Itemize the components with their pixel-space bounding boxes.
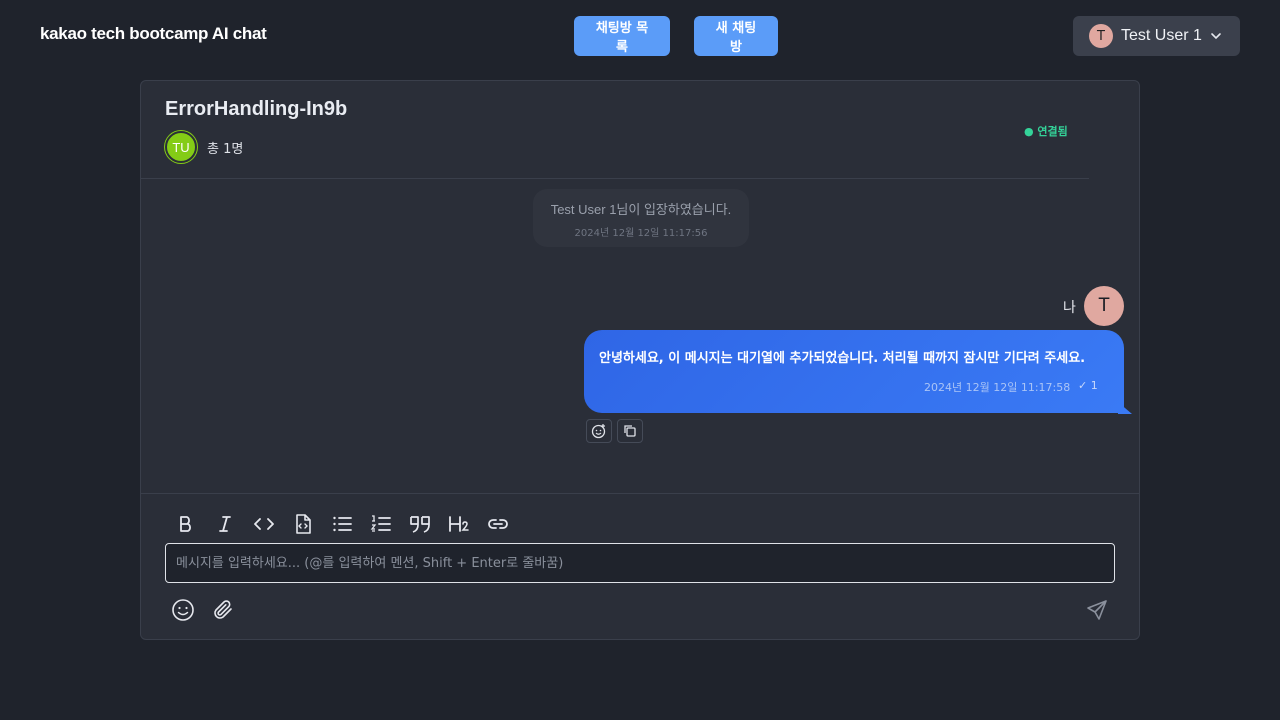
member-count: 총 1명 (207, 142, 244, 157)
emoji-button[interactable] (169, 596, 197, 624)
top-bar: kakao tech bootcamp AI chat 채팅방 목록 새 채팅방… (0, 0, 1280, 72)
send-icon (1087, 600, 1107, 620)
heading-icon (449, 516, 469, 532)
avatar: T (1089, 24, 1113, 48)
bold-button[interactable] (173, 511, 199, 537)
connection-status: ● 연결됨 (1024, 125, 1068, 138)
quote-button[interactable] (407, 511, 433, 537)
ordered-list-button[interactable] (368, 511, 394, 537)
link-icon (488, 519, 508, 529)
link-button[interactable] (485, 511, 511, 537)
attach-file-button[interactable] (209, 596, 237, 624)
room-title: ErrorHandling-In9b (165, 98, 348, 120)
italic-button[interactable] (212, 511, 238, 537)
code-block-button[interactable] (290, 511, 316, 537)
code-block-icon (296, 514, 311, 534)
user-name: Test User 1 (1121, 27, 1202, 44)
code-icon (254, 518, 274, 530)
composer (141, 493, 1139, 639)
quote-icon (410, 516, 430, 533)
heading-button[interactable] (446, 511, 472, 537)
message-time: 2024년 12월 12일 11:17:58 (924, 381, 1071, 394)
room-header: ErrorHandling-In9b TU 총 1명 ● 연결됨 (141, 81, 1089, 179)
italic-icon (219, 516, 231, 532)
bullet-list-button[interactable] (329, 511, 355, 537)
emoji-icon (172, 599, 194, 621)
copy-icon (624, 425, 636, 437)
app-logo[interactable]: kakao tech bootcamp AI chat (40, 24, 267, 44)
paperclip-icon (214, 600, 232, 619)
member-avatar[interactable]: TU (165, 131, 197, 163)
system-message-text: Test User 1님이 입장하였습니다. (550, 202, 732, 217)
sender-label: 나 (1063, 300, 1076, 316)
chevron-down-icon (1211, 33, 1221, 40)
read-count: ✓ 1 (1078, 379, 1098, 392)
new-room-button[interactable]: 새 채팅방 (694, 16, 778, 56)
chat-room-panel: ErrorHandling-In9b TU 총 1명 ● 연결됨 Test Us… (140, 80, 1140, 640)
send-button[interactable] (1083, 596, 1111, 624)
bubble-tail (1118, 402, 1132, 414)
add-reaction-button[interactable] (586, 419, 612, 443)
bullet-list-icon (333, 516, 352, 532)
avatar: T (1084, 286, 1124, 326)
message-input[interactable] (165, 543, 1115, 583)
system-message: Test User 1님이 입장하였습니다. 2024년 12월 12일 11:… (533, 189, 749, 247)
own-message-bubble: 안녕하세요, 이 메시지는 대기열에 추가되었습니다. 처리될 때까지 잠시만 … (584, 330, 1124, 413)
bold-icon (180, 516, 191, 532)
user-menu-button[interactable]: T Test User 1 (1073, 16, 1240, 56)
ordered-list-icon (370, 515, 391, 532)
add-reaction-icon (591, 424, 606, 439)
message-text: 안녕하세요, 이 메시지는 대기열에 추가되었습니다. 처리될 때까지 잠시만 … (599, 351, 1086, 366)
copy-message-button[interactable] (617, 419, 643, 443)
system-message-time: 2024년 12월 12일 11:17:56 (574, 228, 708, 239)
room-list-button[interactable]: 채팅방 목록 (574, 16, 670, 56)
code-button[interactable] (251, 511, 277, 537)
